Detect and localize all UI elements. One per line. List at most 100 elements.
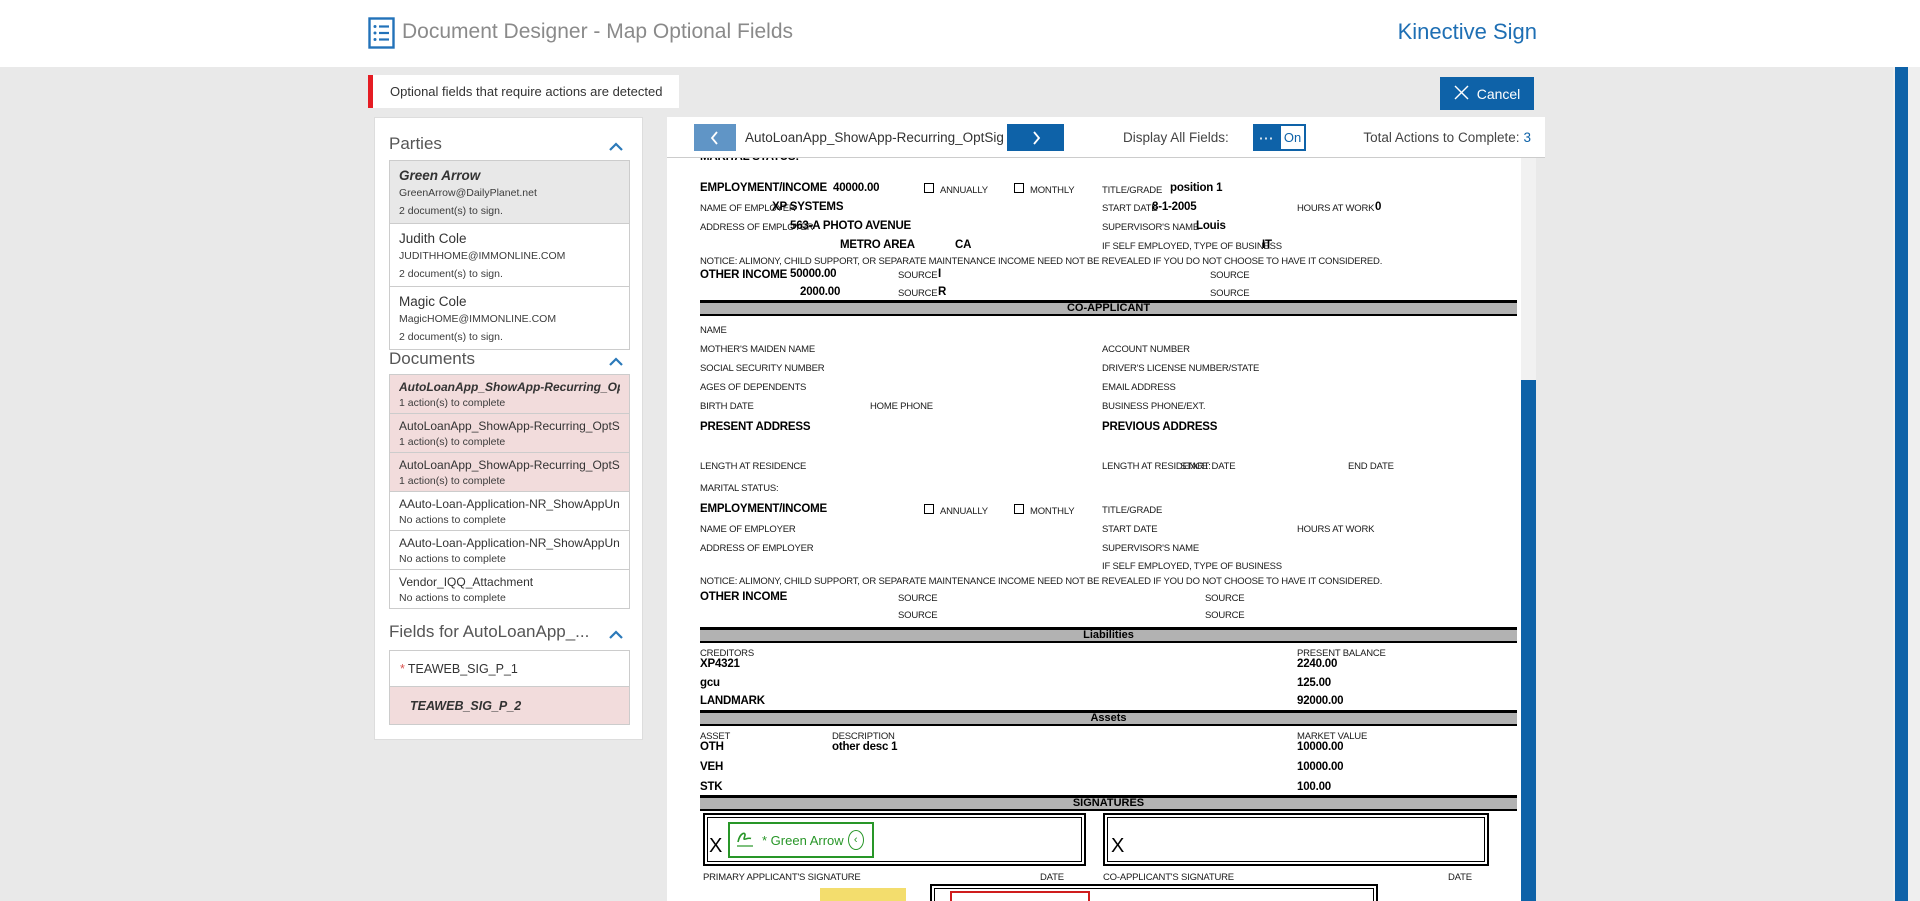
form-label: LENGTH AT RESIDENCE <box>700 461 807 472</box>
form-value: 50000.00 <box>790 268 837 280</box>
fields-heading: Fields for AutoLoanApp_... <box>389 622 590 641</box>
form-label: START DATE <box>1102 203 1158 214</box>
form-label: SOURCE <box>898 610 938 621</box>
co-applicant-signature-box-inner <box>1107 817 1485 862</box>
signatures-section-header: SIGNATURES <box>700 795 1517 811</box>
document-status: 1 action(s) to complete <box>399 436 506 448</box>
party-email: JUDITHHOME@IMMONLINE.COM <box>399 250 566 262</box>
party-name: Magic Cole <box>399 294 467 309</box>
total-actions-value: 3 <box>1523 130 1531 145</box>
form-label: BUSINESS PHONE/EXT. <box>1102 401 1206 412</box>
party-status: 2 document(s) to sign. <box>399 331 503 343</box>
form-label: ACCOUNT NUMBER <box>1102 344 1190 355</box>
form-label: ADDRESS OF EMPLOYER <box>700 543 814 554</box>
window-scrollbar-thumb[interactable] <box>1895 67 1908 901</box>
parties-collapse-chevron-up-icon[interactable] <box>606 140 626 158</box>
form-label: EMPLOYMENT/INCOME <box>700 503 827 515</box>
document-row[interactable]: Vendor_IQQ_Attachment No actions to comp… <box>390 570 629 608</box>
display-fields-toggle[interactable]: On <box>1279 124 1306 151</box>
signature-field-green-arrow[interactable]: * Green Arrow ‹ <box>728 822 874 858</box>
form-value: XP SYSTEMS <box>772 201 844 213</box>
signature-caption: CO-APPLICANT'S SIGNATURE <box>1103 872 1234 883</box>
form-label: SOURCE <box>1205 610 1245 621</box>
parties-list: Green Arrow GreenArrow@DailyPlanet.net 2… <box>389 160 630 350</box>
assets-section-header: Assets <box>700 710 1517 726</box>
document-row[interactable]: AutoLoanApp_ShowApp-Recurring_OptSig 1 a… <box>390 414 629 453</box>
field-row[interactable]: TEAWEB_SIG_P_2 <box>390 687 629 724</box>
document-scrollbar-thumb[interactable] <box>1521 380 1536 901</box>
form-notice: NOTICE: ALIMONY, CHILD SUPPORT, OR SEPAR… <box>700 256 1383 267</box>
fields-collapse-chevron-up-icon[interactable] <box>606 628 626 646</box>
document-row[interactable]: AutoLoanApp_ShowApp-Recurring_OptSig 1 a… <box>390 375 629 414</box>
document-status: 1 action(s) to complete <box>399 397 506 409</box>
form-label: START DATE <box>1102 524 1158 535</box>
form-label: HOURS AT WORK <box>1297 524 1375 535</box>
form-label: SOURCE <box>898 270 938 281</box>
form-value: CA <box>955 239 972 251</box>
form-label: SOURCE <box>1210 288 1250 299</box>
cancel-button[interactable]: Cancel <box>1440 77 1534 110</box>
form-label: SOURCE <box>898 288 938 299</box>
signature-x-mark: X <box>1111 835 1125 857</box>
sidebar: Parties Green Arrow GreenArrow@DailyPlan… <box>374 117 643 740</box>
form-label: SOCIAL SECURITY NUMBER <box>700 363 825 374</box>
cancel-label: Cancel <box>1476 85 1521 102</box>
document-status: 1 action(s) to complete <box>399 475 506 487</box>
signature-stamp-icon: ‹ <box>847 830 864 850</box>
current-document-name: AutoLoanApp_ShowApp-Recurring_OptSig <box>745 130 1004 145</box>
party-row[interactable]: Green Arrow GreenArrow@DailyPlanet.net 2… <box>390 161 629 224</box>
party-email: GreenArrow@DailyPlanet.net <box>399 187 537 199</box>
form-label: HOURS AT WORK <box>1297 203 1375 214</box>
document-row[interactable]: AAuto-Loan-Application-NR_ShowAppUnc... … <box>390 492 629 531</box>
document-status: No actions to complete <box>399 553 506 565</box>
signature-caption: PRIMARY APPLICANT'S SIGNATURE <box>703 872 861 883</box>
parties-heading: Parties <box>389 134 442 153</box>
required-field-red-outline[interactable] <box>950 891 1090 901</box>
display-all-fields-label: Display All Fields: <box>1123 130 1229 145</box>
document-designer-icon <box>368 17 395 54</box>
form-label: TITLE/GRADE <box>1102 185 1163 196</box>
asset-value: 10000.00 <box>1297 761 1344 773</box>
asset-type: VEH <box>700 761 724 773</box>
creditor-balance: 92000.00 <box>1297 695 1344 707</box>
form-label: SUPERVISOR'S NAME <box>1102 543 1199 554</box>
form-label: HOME PHONE <box>870 401 933 412</box>
document-preview: MARITAL STATUS: EMPLOYMENT/INCOME 40000.… <box>667 158 1536 901</box>
party-email: MagicHOME@IMMONLINE.COM <box>399 313 557 325</box>
required-marker: * <box>400 662 405 676</box>
co-applicant-section-header: CO-APPLICANT <box>700 300 1517 316</box>
party-status: 2 document(s) to sign. <box>399 205 503 217</box>
alert-message: Optional fields that require actions are… <box>390 84 663 99</box>
form-label: EMAIL ADDRESS <box>1102 382 1176 393</box>
form-label: NAME OF EMPLOYER <box>700 524 796 535</box>
documents-collapse-chevron-up-icon[interactable] <box>606 355 626 373</box>
document-name: AutoLoanApp_ShowApp-Recurring_OptSig <box>399 380 620 394</box>
form-label: OTHER INCOME <box>700 591 788 603</box>
creditor-name: LANDMARK <box>700 695 765 707</box>
document-name: AAuto-Loan-Application-NR_ShowAppUnc... <box>399 497 620 511</box>
next-document-button[interactable] <box>1007 124 1064 151</box>
asset-type: OTH <box>700 741 724 753</box>
document-name: AAuto-Loan-Application-NR_ShowAppUnc... <box>399 536 620 550</box>
party-row[interactable]: Magic Cole MagicHOME@IMMONLINE.COM 2 doc… <box>390 287 629 349</box>
highlighted-field-yellow[interactable] <box>820 888 906 901</box>
form-label: ANNUALLY <box>940 185 988 196</box>
form-label: SOURCE <box>898 593 938 604</box>
form-label: EMPLOYMENT/INCOME <box>700 182 827 194</box>
form-label: PRESENT ADDRESS <box>700 421 811 433</box>
monthly-checkbox <box>1014 183 1024 193</box>
document-row[interactable]: AutoLoanApp_ShowApp-Recurring_OptSig 1 a… <box>390 453 629 492</box>
form-label: TITLE/GRADE <box>1102 505 1163 516</box>
previous-document-button[interactable] <box>694 124 736 151</box>
field-row[interactable]: * TEAWEB_SIG_P_1 <box>390 651 629 687</box>
document-row[interactable]: AAuto-Loan-Application-NR_ShowAppUnc... … <box>390 531 629 570</box>
documents-list: AutoLoanApp_ShowApp-Recurring_OptSig 1 a… <box>389 374 630 609</box>
party-name: Green Arrow <box>399 168 481 183</box>
party-row[interactable]: Judith Cole JUDITHHOME@IMMONLINE.COM 2 d… <box>390 224 629 287</box>
more-options-button[interactable]: ⋯ <box>1253 124 1279 151</box>
creditor-name: XP4321 <box>700 658 740 670</box>
field-label: TEAWEB_SIG_P_1 <box>407 662 518 676</box>
document-status: No actions to complete <box>399 592 506 604</box>
document-status: No actions to complete <box>399 514 506 526</box>
liabilities-section-header: Liabilities <box>700 627 1517 643</box>
